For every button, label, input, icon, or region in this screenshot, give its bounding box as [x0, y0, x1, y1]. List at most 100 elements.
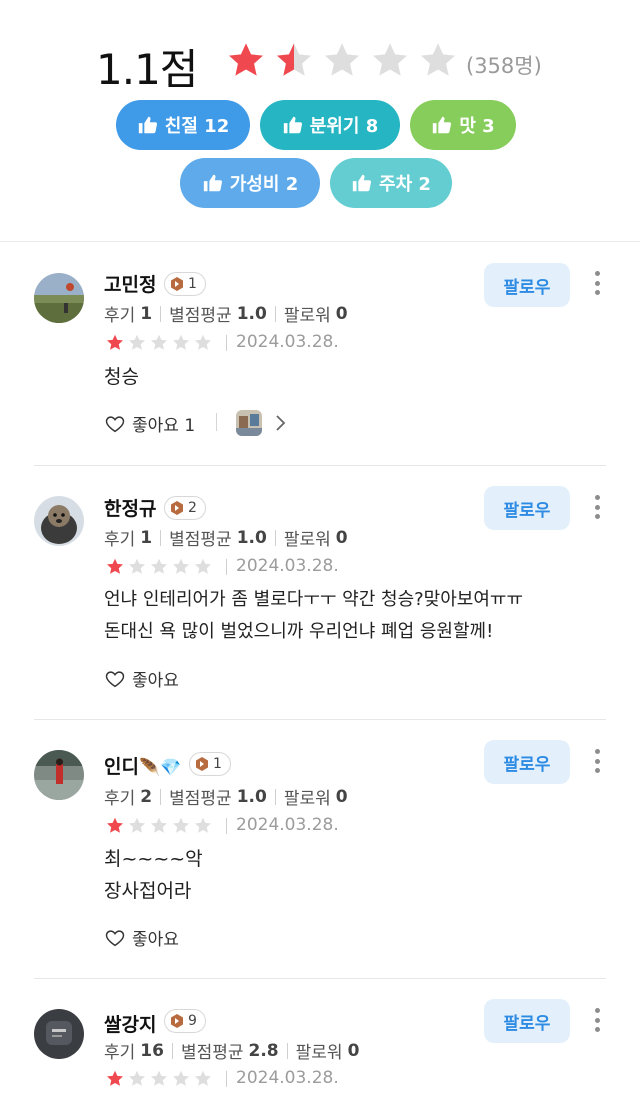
follow-button[interactable]: 팔로우: [484, 486, 570, 530]
divider: [226, 1071, 227, 1087]
follow-button[interactable]: 팔로우: [484, 740, 570, 784]
tag-atmosphere[interactable]: 분위기 8: [260, 100, 400, 150]
stat-avg-value: 1.0: [236, 303, 267, 324]
review-date: 2024.03.28.: [236, 815, 339, 835]
half-star-icon: [277, 43, 311, 76]
level-icon: [171, 1014, 183, 1028]
stat-avg-value: 1.0: [236, 786, 267, 807]
star-icon: [107, 817, 123, 833]
reviewer-name-emoji: 🪶💎: [138, 758, 182, 778]
stat-reviews-label: 후기: [104, 530, 136, 550]
chevron-right-icon[interactable]: [273, 414, 287, 432]
tag-parking[interactable]: 주차 2: [330, 158, 452, 208]
review-photo-thumbnail[interactable]: [236, 410, 262, 436]
level-number: 1: [188, 276, 197, 292]
review-text: 최~~~~악 장사접어라: [104, 843, 203, 907]
more-options-icon[interactable]: [586, 492, 608, 522]
level-badge: 2: [164, 496, 206, 520]
review-divider: [34, 978, 606, 979]
heart-icon: [105, 415, 125, 432]
stat-followers-value: 0: [335, 527, 348, 548]
review-divider: [34, 719, 606, 720]
stat-avg-label: 별점평균: [180, 1043, 244, 1063]
stat-reviews-label: 후기: [104, 306, 136, 326]
reviewer-name[interactable]: 쌀강지: [104, 1010, 156, 1037]
like-label: 좋아요: [132, 930, 179, 950]
review-text: 청승: [104, 361, 139, 393]
star-icon: [107, 558, 123, 574]
like-button[interactable]: 좋아요: [104, 925, 179, 950]
stat-avg-label: 별점평균: [169, 530, 232, 550]
review-rating: [104, 556, 214, 578]
level-icon: [196, 757, 208, 771]
stat-reviews-value: 2: [140, 786, 153, 807]
stat-reviews-value: 1: [140, 303, 153, 324]
level-icon: [171, 501, 183, 515]
star-icon: [107, 334, 123, 350]
thumbs-up-icon: [283, 116, 302, 134]
average-score: 1.1점: [96, 45, 198, 94]
star-empty-icon: [129, 817, 145, 833]
stat-followers-value: 0: [347, 1040, 360, 1061]
star-empty-icon: [151, 1070, 167, 1086]
tag-kindness[interactable]: 친절 12: [116, 100, 250, 150]
reviewer-stats: 후기 1 별점평균 1.0 팔로워 0: [104, 301, 348, 327]
reviewer-stats: 후기 16 별점평균 2.8 팔로워 0: [104, 1038, 360, 1064]
follow-button[interactable]: 팔로우: [484, 263, 570, 307]
divider: [226, 818, 227, 834]
level-icon: [171, 277, 183, 291]
follow-button[interactable]: 팔로우: [484, 999, 570, 1043]
level-badge: 9: [164, 1009, 206, 1033]
tag-value[interactable]: 가성비 2: [180, 158, 320, 208]
reviewer-name[interactable]: 고민정: [104, 270, 156, 297]
level-badge: 1: [189, 752, 231, 776]
more-options-icon[interactable]: [586, 746, 608, 776]
review-line: 최~~~~악: [104, 848, 203, 870]
level-badge: 1: [164, 272, 206, 296]
avatar[interactable]: [34, 1009, 84, 1059]
stat-avg-value: 2.8: [248, 1040, 279, 1061]
like-button[interactable]: 좋아요 1: [104, 411, 195, 436]
star-empty-icon: [129, 334, 145, 350]
thumbs-up-icon: [138, 116, 157, 134]
reviewer-stats: 후기 2 별점평균 1.0 팔로워 0: [104, 784, 348, 810]
like-button[interactable]: 좋아요: [104, 666, 179, 691]
thumbs-up-icon: [352, 174, 372, 192]
divider: [226, 559, 227, 575]
review-date: 2024.03.28.: [236, 332, 339, 352]
heart-icon: [105, 929, 125, 946]
avatar[interactable]: [34, 750, 84, 800]
avatar[interactable]: [34, 273, 84, 323]
star-empty-icon: [195, 558, 211, 574]
reviewer-name[interactable]: 인디🪶💎: [104, 752, 181, 779]
review-line: 돈대신 욕 많이 벌었으니까 우리언냐 폐업 응원할께!: [104, 621, 494, 642]
heart-icon: [105, 670, 125, 687]
review-divider: [34, 465, 606, 466]
divider: [216, 413, 217, 431]
star-empty-icon: [325, 43, 359, 76]
review-line: 언냐 인테리어가 좀 별로다ㅜㅜ 약간 청승?맞아보여ㅠㅠ: [104, 589, 524, 610]
like-label: 좋아요 1: [132, 416, 196, 436]
stat-reviews-label: 후기: [104, 789, 136, 809]
reviewer-name[interactable]: 한정규: [104, 494, 156, 521]
more-options-icon[interactable]: [586, 268, 608, 298]
star-empty-icon: [173, 334, 189, 350]
stat-followers-label: 팔로워: [295, 1043, 343, 1063]
star-empty-icon: [173, 1070, 189, 1086]
tag-label: 맛 3: [459, 116, 495, 137]
level-number: 9: [188, 1013, 197, 1029]
review-line: 장사접어라: [104, 880, 192, 902]
star-empty-icon: [151, 334, 167, 350]
review-date: 2024.03.28.: [236, 556, 339, 576]
star-empty-icon: [151, 817, 167, 833]
review-rating: [104, 1068, 214, 1090]
tag-taste[interactable]: 맛 3: [410, 100, 516, 150]
avatar[interactable]: [34, 496, 84, 546]
stat-followers-value: 0: [335, 786, 348, 807]
stat-followers-value: 0: [335, 303, 348, 324]
star-empty-icon: [195, 334, 211, 350]
stat-followers-label: 팔로워: [283, 789, 331, 809]
more-options-icon[interactable]: [586, 1005, 608, 1035]
star-empty-icon: [173, 817, 189, 833]
tag-label: 분위기 8: [309, 116, 379, 137]
